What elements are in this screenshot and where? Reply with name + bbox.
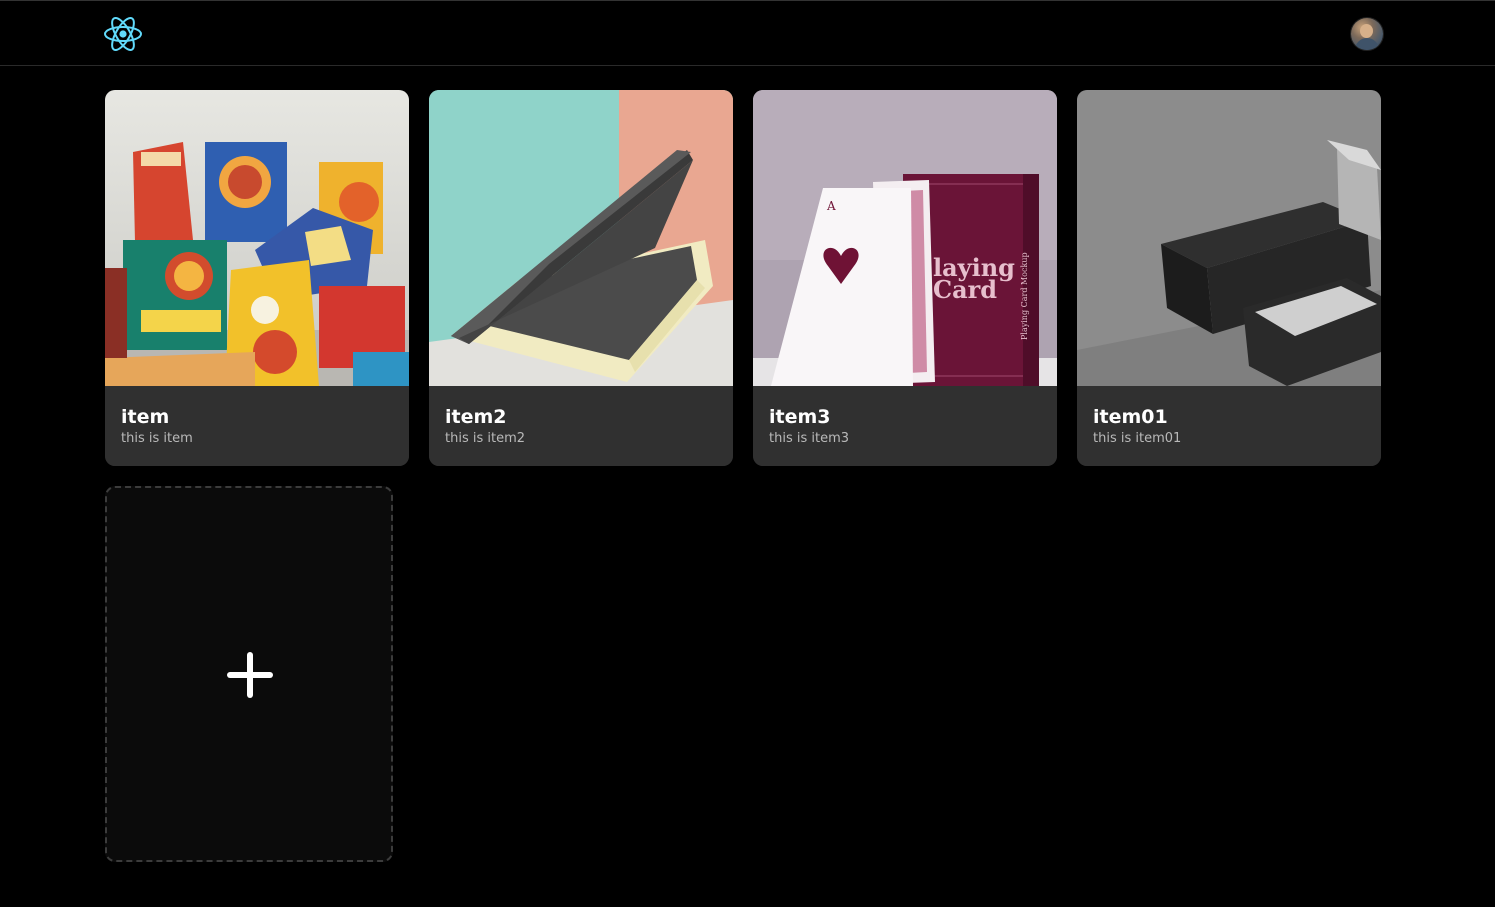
item-card-image: laying Card Playing Card Mockup A xyxy=(753,90,1057,386)
item-card-item2[interactable]: item2 this is item2 xyxy=(429,90,733,466)
item-card-caption: item3 this is item3 xyxy=(753,386,1057,466)
item-card-subtitle: this is item01 xyxy=(1093,431,1182,446)
item-card-item3[interactable]: laying Card Playing Card Mockup A item3 … xyxy=(753,90,1057,466)
item-card-subtitle: this is item xyxy=(121,431,193,446)
card-box-side-text: Playing Card Mockup xyxy=(1020,252,1029,340)
avatar-body xyxy=(1355,38,1379,50)
item-card-item[interactable]: item this is item xyxy=(105,90,409,466)
item-card-item01[interactable]: item01 this is item01 xyxy=(1077,90,1381,466)
item-card-image xyxy=(1077,90,1381,386)
avatar-face xyxy=(1360,24,1373,38)
item-card-image xyxy=(105,90,409,386)
top-navigation-bar xyxy=(0,0,1495,66)
add-item-button[interactable] xyxy=(105,486,393,862)
item-card-caption: item01 this is item01 xyxy=(1077,386,1381,466)
item-card-title: item xyxy=(121,406,170,428)
item-card-caption: item this is item xyxy=(105,386,409,466)
card-box-text-2: Card xyxy=(933,275,997,304)
card-corner-a: A xyxy=(826,199,836,213)
item-card-title: item2 xyxy=(445,406,507,428)
item-card-subtitle: this is item2 xyxy=(445,431,526,446)
item-card-subtitle: this is item3 xyxy=(769,431,850,446)
plus-icon xyxy=(225,650,275,700)
item-card-image xyxy=(429,90,733,386)
item-card-title: item3 xyxy=(769,406,831,428)
item-card-title: item01 xyxy=(1093,406,1168,428)
user-avatar[interactable] xyxy=(1351,18,1383,50)
item-card-caption: item2 this is item2 xyxy=(429,386,733,466)
react-logo-icon[interactable] xyxy=(103,15,143,53)
